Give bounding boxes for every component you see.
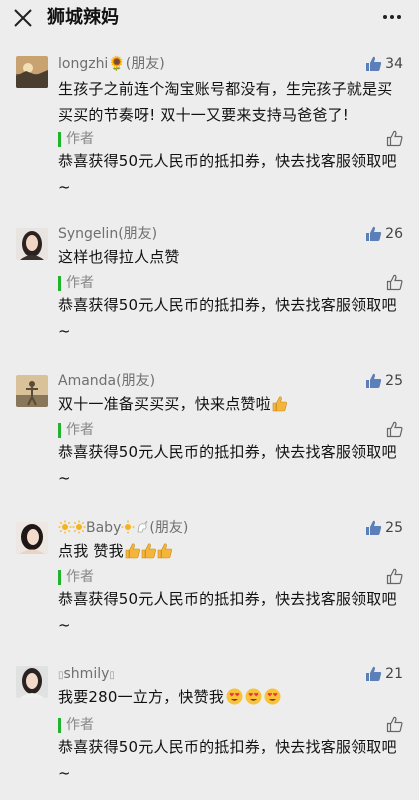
like-button[interactable]: 25 <box>365 518 403 538</box>
author-reply-header: 作者 <box>58 274 403 294</box>
comment-text: 我要280一立方，快赞我 <box>58 684 398 710</box>
comment-text-content: 点我 赞我 <box>58 542 124 560</box>
author-reply-text: 恭喜获得50元人民币的抵扣券，快去找客服领取吧~ <box>58 296 397 340</box>
sun-icon <box>121 520 135 534</box>
like-count: 25 <box>385 520 403 536</box>
author-reply-header: 作者 <box>58 421 403 441</box>
thumbs-up-icon <box>366 226 382 241</box>
author-reply-text: 恭喜获得50元人民币的抵扣券，快去找客服领取吧~ <box>58 152 397 196</box>
thumbs-up-outline-icon[interactable] <box>386 130 403 147</box>
author-reply-text: 恭喜获得50元人民币的抵扣券，快去找客服领取吧~ <box>58 738 397 782</box>
heart-eyes-emoji-icon <box>264 688 281 705</box>
thumbs-up-emoji-icon <box>141 543 156 559</box>
comment-text: 生孩子之前连个淘宝账号都没有，生完孩子就是买买买的节奏呀! 双十一又要来支持马爸… <box>58 80 393 124</box>
like-count: 25 <box>385 373 403 389</box>
like-button[interactable]: 21 <box>365 664 403 684</box>
thumbs-up-icon <box>366 373 382 388</box>
close-icon[interactable] <box>14 9 32 27</box>
comment-text: 点我 赞我 <box>58 538 398 564</box>
like-count: 21 <box>385 666 403 682</box>
friend-tag: (朋友) <box>149 520 189 536</box>
author-reply-header: 作者 <box>58 568 403 588</box>
comment-text-content: 我要280一立方，快赞我 <box>58 688 225 706</box>
like-button[interactable]: 26 <box>365 224 403 244</box>
author-bar <box>58 570 61 585</box>
like-button[interactable]: 25 <box>365 371 403 391</box>
author-bar <box>58 132 61 147</box>
page-title: 狮城辣妈 <box>47 7 119 28</box>
comment-author-name: Syngelin(朋友) <box>58 226 158 242</box>
comment-text: 双十一准备买买买，快来点赞啦 <box>58 391 398 417</box>
author-bar <box>58 718 61 733</box>
sun-icon <box>72 520 86 534</box>
thumbs-up-outline-icon[interactable] <box>386 716 403 733</box>
unicorn-icon <box>137 520 148 533</box>
thumbs-up-icon <box>366 520 382 535</box>
like-count: 26 <box>385 226 403 242</box>
comment-author-name: ▯shmily▯ <box>58 666 115 682</box>
author-name-text: Baby <box>86 520 122 536</box>
thumbs-up-icon <box>366 56 382 71</box>
thumbs-up-icon <box>366 666 382 681</box>
author-label: 作者 <box>66 422 94 438</box>
avatar[interactable] <box>16 375 48 407</box>
thumbs-up-outline-icon[interactable] <box>386 421 403 438</box>
comment-author-name: Baby (朋友) <box>58 518 188 538</box>
avatar[interactable] <box>16 228 48 260</box>
heart-eyes-emoji-icon <box>245 688 262 705</box>
comment-author-name: Amanda(朋友) <box>58 373 156 389</box>
avatar[interactable] <box>16 666 48 698</box>
thumbs-up-emoji-icon <box>125 543 140 559</box>
author-reply-header: 作者 <box>58 130 403 150</box>
author-reply-text: 恭喜获得50元人民币的抵扣券，快去找客服领取吧~ <box>58 443 397 487</box>
like-count: 34 <box>385 56 403 72</box>
more-options-icon[interactable] <box>383 15 401 21</box>
avatar[interactable] <box>16 56 48 88</box>
author-name-text: shmily <box>63 666 110 682</box>
author-reply-text: 恭喜获得50元人民币的抵扣券，快去找客服领取吧~ <box>58 590 397 634</box>
avatar[interactable] <box>16 522 48 554</box>
author-bar <box>58 423 61 438</box>
thumbs-up-outline-icon[interactable] <box>386 568 403 585</box>
heart-eyes-emoji-icon <box>226 688 243 705</box>
top-bar: 狮城辣妈 <box>0 0 419 34</box>
author-bar <box>58 276 61 291</box>
like-button[interactable]: 34 <box>365 54 403 74</box>
author-label: 作者 <box>66 275 94 291</box>
author-label: 作者 <box>66 131 94 147</box>
thumbs-up-emoji-icon <box>157 543 172 559</box>
comment-author-name: longzhi🌻(朋友) <box>58 56 165 72</box>
comment-text-content: 双十一准备买买买，快来点赞啦 <box>58 395 271 413</box>
sun-icon <box>58 520 72 534</box>
author-reply-header: 作者 <box>58 716 403 736</box>
comment-text: 这样也得拉人点赞 <box>58 248 180 266</box>
thumbs-up-emoji-icon <box>272 396 287 412</box>
thumbs-up-outline-icon[interactable] <box>386 274 403 291</box>
author-label: 作者 <box>66 717 94 733</box>
author-label: 作者 <box>66 569 94 585</box>
